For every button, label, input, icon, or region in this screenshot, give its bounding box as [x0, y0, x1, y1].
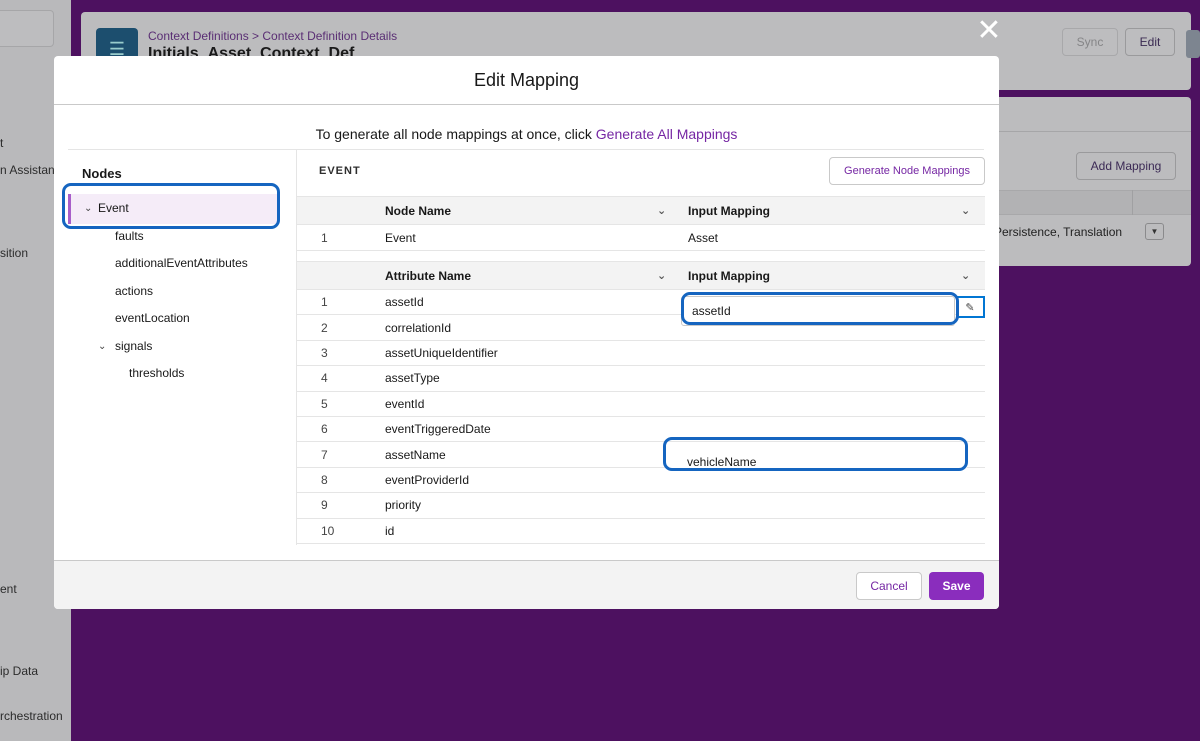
node-name-cell: Event — [385, 230, 416, 245]
column-header: Node Name — [385, 203, 452, 218]
background-edge-button — [1186, 30, 1200, 58]
row-number: 1 — [321, 230, 328, 245]
row-number: 8 — [321, 472, 328, 487]
table-header-row: Attribute Name ⌄ Input Mapping ⌄ — [297, 261, 985, 290]
close-icon[interactable]: ✕ — [976, 16, 1002, 46]
background-sidebar-label: sition — [0, 246, 29, 260]
mapping-panel: EVENT Generate Node Mappings Node Name ⌄… — [296, 149, 985, 545]
highlight-ring — [681, 292, 959, 325]
row-number: 7 — [321, 447, 328, 462]
tree-item-label: additionalEventAttributes — [115, 256, 248, 270]
tree-item-label: actions — [115, 284, 154, 298]
tree-item-event-location[interactable]: eventLocation — [115, 311, 190, 325]
attribute-name-cell: id — [385, 523, 395, 538]
row-number: 1 — [321, 295, 328, 310]
pencil-icon[interactable]: ✎ — [957, 296, 985, 318]
edit-mapping-modal: Edit Mapping To generate all node mappin… — [54, 56, 999, 609]
sort-chevron-icon[interactable]: ⌄ — [657, 269, 666, 282]
row-number: 6 — [321, 422, 328, 437]
tree-item-signals[interactable]: ⌄ signals — [98, 339, 152, 353]
input-mapping-cell[interactable]: Asset — [688, 231, 718, 245]
node-mapping-table: Node Name ⌄ Input Mapping ⌄ 1 Event Asse… — [297, 196, 985, 251]
modal-body: To generate all node mappings at once, c… — [54, 105, 999, 560]
table-row[interactable]: 3 assetUniqueIdentifier — [297, 341, 985, 367]
divider — [1132, 190, 1133, 215]
background-sidebar-label: rchestration — [0, 709, 63, 723]
attribute-name-cell: assetUniqueIdentifier — [385, 345, 498, 360]
row-number: 10 — [321, 523, 335, 538]
highlight-ring — [62, 183, 280, 229]
generate-all-text: To generate all node mappings at once, c… — [315, 126, 592, 142]
attribute-name-cell: eventProviderId — [385, 472, 470, 487]
background-mapping-card: Add Mapping Persistence, Translation ▼ — [980, 97, 1191, 266]
tree-item-label: signals — [115, 339, 153, 353]
row-number: 2 — [321, 320, 328, 335]
attribute-name-cell: eventTriggeredDate — [385, 422, 491, 437]
tree-item-label: eventLocation — [115, 311, 190, 325]
tree-item-actions[interactable]: actions — [115, 284, 153, 298]
generate-all-mappings-link[interactable]: Generate All Mappings — [596, 126, 738, 142]
tree-item-faults[interactable]: faults — [115, 229, 144, 243]
sort-chevron-icon[interactable]: ⌄ — [961, 204, 970, 217]
modal-header: Edit Mapping — [54, 56, 999, 105]
row-number: 9 — [321, 498, 328, 513]
generate-all-prompt: To generate all node mappings at once, c… — [54, 126, 999, 142]
attribute-name-cell: priority — [385, 498, 422, 513]
background-sidebar-label: ent — [0, 582, 17, 596]
breadcrumb: Context Definitions > Context Definition… — [148, 29, 398, 43]
row-number: 5 — [321, 396, 328, 411]
sort-chevron-icon[interactable]: ⌄ — [657, 204, 666, 217]
add-mapping-button: Add Mapping — [1076, 152, 1176, 180]
cancel-button[interactable]: Cancel — [856, 572, 922, 600]
tree-item-label: thresholds — [129, 366, 185, 380]
table-row[interactable]: 5 eventId — [297, 392, 985, 417]
sort-chevron-icon[interactable]: ⌄ — [961, 269, 970, 282]
tree-item-thresholds[interactable]: thresholds — [129, 366, 184, 380]
attribute-name-cell: correlationId — [385, 320, 452, 335]
background-search-box — [0, 10, 54, 47]
tree-item-additional-event-attributes[interactable]: additionalEventAttributes — [115, 256, 248, 270]
background-table-header — [980, 190, 1191, 215]
attribute-name-cell: assetName — [385, 447, 446, 462]
save-button[interactable]: Save — [929, 572, 984, 600]
section-title: EVENT — [319, 165, 361, 177]
chevron-down-icon[interactable]: ⌄ — [98, 341, 112, 352]
table-row[interactable]: 9 priority — [297, 493, 985, 519]
dropdown-icon: ▼ — [1145, 223, 1164, 240]
column-header: Input Mapping — [688, 268, 770, 283]
sync-button: Sync — [1062, 28, 1118, 56]
background-sidebar-label: n Assistan — [0, 163, 55, 177]
table-header-row: Node Name ⌄ Input Mapping ⌄ — [297, 196, 985, 225]
table-row[interactable]: 1 Event Asset — [297, 225, 985, 251]
divider — [980, 131, 1191, 132]
background-sidebar-label: t — [0, 136, 4, 150]
modal-footer: Cancel Save — [54, 560, 999, 609]
background-sidebar-label: ip Data — [0, 664, 39, 678]
attribute-name-cell: eventId — [385, 396, 425, 411]
table-row[interactable]: 10 id — [297, 519, 985, 544]
column-header: Input Mapping — [688, 203, 770, 218]
highlight-ring — [663, 437, 968, 471]
nodes-title: Nodes — [82, 166, 122, 181]
background-table-cell: Persistence, Translation — [994, 225, 1123, 239]
row-number: 3 — [321, 345, 328, 360]
column-header: Attribute Name — [385, 268, 472, 283]
tree-item-label: faults — [115, 229, 144, 243]
generate-node-mappings-button[interactable]: Generate Node Mappings — [829, 157, 985, 185]
table-row[interactable]: 4 assetType — [297, 366, 985, 392]
attribute-name-cell: assetId — [385, 295, 424, 310]
attribute-name-cell: assetType — [385, 371, 440, 386]
edit-button: Edit — [1125, 28, 1175, 56]
row-number: 4 — [321, 371, 328, 386]
modal-title: Edit Mapping — [473, 69, 580, 90]
